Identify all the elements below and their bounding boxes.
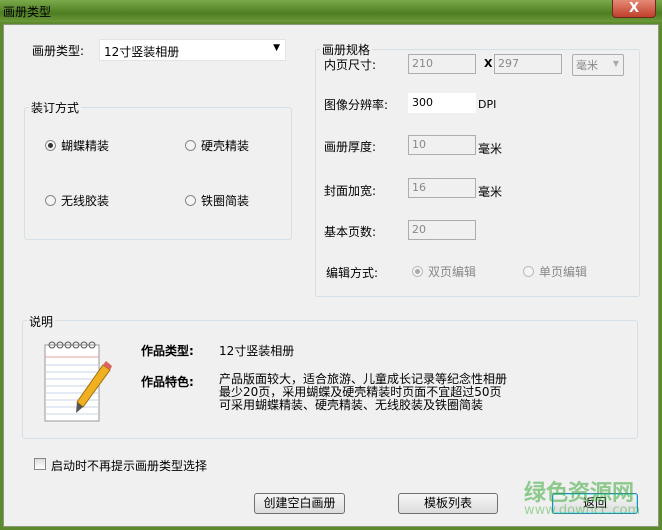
page-height-input[interactable]: 297	[494, 54, 562, 74]
cover-widen-unit: 毫米	[478, 185, 503, 199]
description-group: 说明 作品类型: 12寸竖装相册 作品特色: 产品版面较大，适合旅游、儿童成长记…	[22, 313, 638, 439]
thickness-input[interactable]: 10	[408, 135, 476, 155]
page-width-input[interactable]: 210	[408, 54, 476, 74]
template-list-button[interactable]: 模板列表	[398, 493, 498, 514]
spec-group: 画册规格 内页尺寸: 210 X 297 毫米 ▼ 图像分辨率: 300 DPI …	[315, 41, 640, 297]
startup-checkbox-label: 启动时不再提示画册类型选择	[51, 459, 208, 473]
startup-checkbox[interactable]	[34, 458, 46, 470]
base-pages-label: 基本页数:	[324, 225, 377, 239]
work-feature-label: 作品特色:	[141, 375, 194, 389]
radio-single-page[interactable]	[523, 266, 534, 277]
description-title: 说明	[27, 313, 56, 330]
album-type-label: 画册类型:	[32, 44, 85, 58]
create-blank-button[interactable]: 创建空白画册	[254, 493, 345, 514]
binding-title: 装订方式	[29, 99, 82, 116]
radio-butterfly-label: 蝴蝶精装	[61, 139, 110, 153]
album-type-select[interactable]: 12寸竖装相册 ▼	[99, 39, 286, 61]
notepad-pencil-icon	[44, 341, 112, 422]
watermark: 绿色资源网	[524, 481, 635, 506]
radio-perfect-bound-label: 无线胶装	[61, 194, 110, 208]
chevron-down-icon: ▼	[273, 43, 280, 53]
thickness-label: 画册厚度:	[324, 140, 377, 154]
edit-mode-label: 编辑方式:	[326, 266, 379, 280]
radio-double-page-label: 双页编辑	[428, 265, 477, 279]
radio-single-page-label: 单页编辑	[539, 265, 588, 279]
radio-perfect-bound[interactable]	[45, 195, 56, 206]
radio-spiral[interactable]	[185, 195, 196, 206]
resolution-input[interactable]: 300	[408, 93, 476, 113]
binding-group: 装订方式 蝴蝶精装 硬壳精装 无线胶装 铁圈简装	[24, 99, 292, 240]
resolution-unit: DPI	[478, 98, 497, 111]
unit-value: 毫米	[576, 59, 598, 72]
work-type-label: 作品类型:	[141, 344, 194, 358]
page-size-label: 内页尺寸:	[324, 58, 377, 72]
feature-line: 可采用蝴蝶精装、硬壳精装、无线胶装及铁圈简装	[219, 398, 484, 412]
close-button[interactable]: X	[612, 0, 656, 18]
window-title: 画册类型	[3, 5, 52, 19]
work-feature-text: 产品版面较大，适合旅游、儿童成长记录等纪念性相册 最少20页，采用蝴蝶及硬壳精装…	[219, 373, 507, 412]
radio-hardcover-label: 硬壳精装	[201, 139, 250, 153]
resolution-label: 图像分辨率:	[324, 98, 389, 112]
radio-hardcover[interactable]	[185, 140, 196, 151]
chevron-down-icon: ▼	[612, 59, 619, 68]
work-type-value: 12寸竖装相册	[219, 344, 295, 358]
radio-butterfly[interactable]	[45, 140, 56, 151]
unit-select[interactable]: 毫米 ▼	[572, 54, 624, 76]
radio-double-page[interactable]	[412, 266, 423, 277]
radio-spiral-label: 铁圈简装	[201, 194, 250, 208]
title-bar: 画册类型 X	[0, 0, 662, 22]
dialog-body: 画册类型: 12寸竖装相册 ▼ 装订方式 蝴蝶精装 硬壳精装 无线胶装 铁圈简装…	[3, 24, 659, 527]
thickness-unit: 毫米	[478, 142, 503, 156]
times-label: X	[484, 57, 493, 70]
cover-widen-input[interactable]: 16	[408, 178, 476, 198]
cover-widen-label: 封面加宽:	[324, 184, 377, 198]
base-pages-input[interactable]: 20	[408, 220, 476, 240]
album-type-value: 12寸竖装相册	[104, 45, 180, 59]
